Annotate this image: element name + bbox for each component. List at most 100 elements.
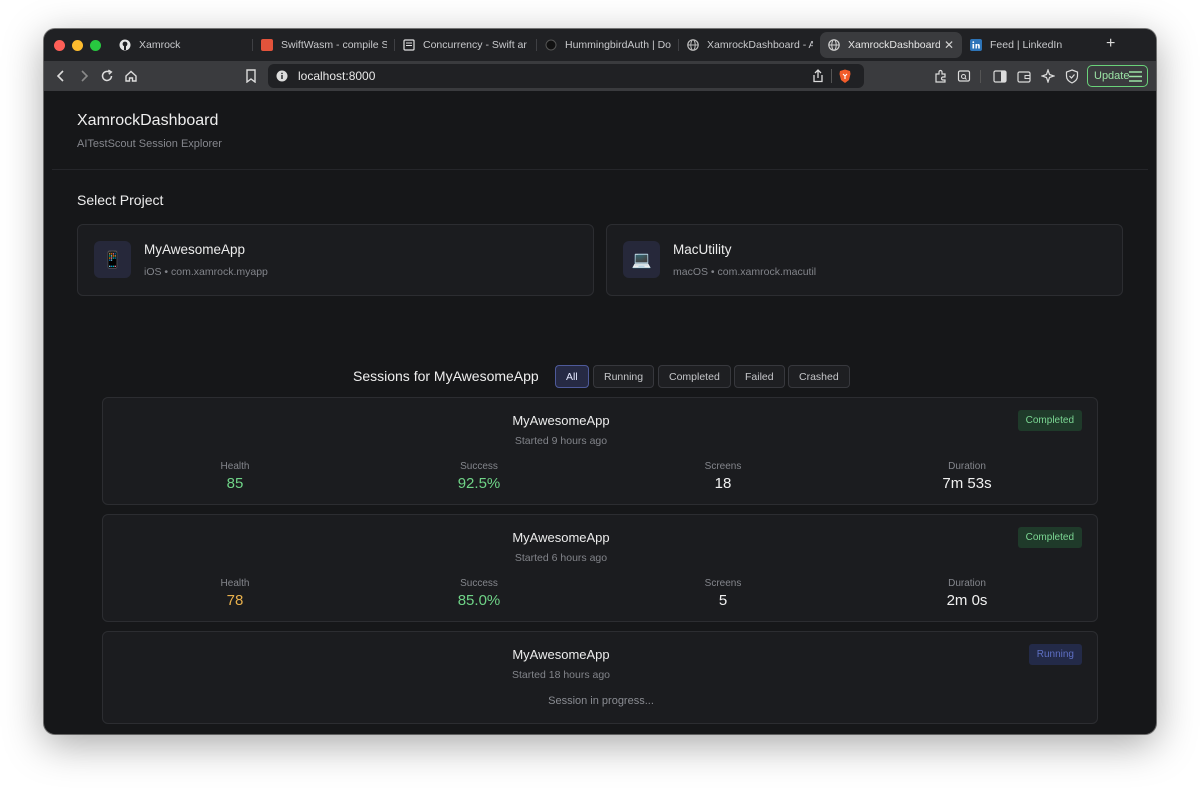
session-progress-text: Session in progress... <box>548 695 654 707</box>
linkedin-icon <box>970 39 982 51</box>
leo-ai-icon[interactable] <box>1040 68 1056 84</box>
update-button[interactable]: Update <box>1087 65 1148 87</box>
health-value: 85 <box>226 475 244 492</box>
screens-value: 5 <box>718 592 728 609</box>
site-info-icon[interactable] <box>274 68 290 84</box>
health-metric: Health 85 <box>135 461 335 492</box>
address-bar[interactable]: localhost:8000 <box>268 64 864 88</box>
tab-swiftwasm[interactable]: SwiftWasm - compile S <box>253 32 395 58</box>
tab-title: XamrockDashboard <box>848 39 940 51</box>
duration-value: 2m 0s <box>946 592 988 609</box>
wallet-icon[interactable] <box>1016 68 1032 84</box>
session-app-name: MyAwesomeApp <box>512 530 610 545</box>
vpn-shield-icon[interactable] <box>1064 68 1080 84</box>
session-card[interactable]: MyAwesomeApp Started 9 hours ago Complet… <box>102 397 1098 505</box>
globe-icon <box>687 39 699 51</box>
back-icon[interactable] <box>53 68 69 84</box>
health-value: 78 <box>226 592 244 609</box>
laptop-icon: 💻 <box>623 241 660 278</box>
tab-title: Concurrency - Swift ar <box>423 39 527 51</box>
filter-completed-button[interactable]: Completed <box>658 365 731 388</box>
tab-strip: Xamrock SwiftWasm - compile S Concurrenc… <box>44 29 1156 61</box>
tab-title: XamrockDashboard - A <box>707 39 813 51</box>
book-icon <box>403 39 415 51</box>
close-window-button[interactable] <box>54 40 65 51</box>
project-card-macutility[interactable]: 💻 MacUtility macOS • com.xamrock.macutil <box>606 224 1123 296</box>
project-name: MacUtility <box>673 242 732 257</box>
success-label: Success <box>460 461 498 472</box>
session-card[interactable]: MyAwesomeApp Started 18 hours ago Runnin… <box>102 631 1098 724</box>
tab-linkedin[interactable]: Feed | LinkedIn <box>962 32 1104 58</box>
session-card[interactable]: MyAwesomeApp Started 6 hours ago Complet… <box>102 514 1098 622</box>
tab-title: Xamrock <box>139 39 181 51</box>
project-name: MyAwesomeApp <box>144 242 246 257</box>
new-tab-button[interactable]: + <box>1106 35 1115 53</box>
select-project-heading: Select Project <box>77 192 164 208</box>
header-divider <box>52 169 1148 170</box>
session-started: Started 18 hours ago <box>511 669 611 681</box>
status-badge: Running <box>1028 644 1082 665</box>
sidebar-icon[interactable] <box>992 68 1008 84</box>
duration-label: Duration <box>948 461 986 472</box>
search-tab-icon[interactable] <box>956 68 972 84</box>
home-icon[interactable] <box>123 68 139 84</box>
maximize-window-button[interactable] <box>90 40 101 51</box>
health-label: Health <box>220 578 250 589</box>
brave-shield-icon[interactable] <box>837 68 853 84</box>
status-badge: Completed <box>1017 527 1082 548</box>
app-title: XamrockDashboard <box>77 112 219 129</box>
duration-metric: Duration 7m 53s <box>867 461 1067 492</box>
duration-label: Duration <box>948 578 986 589</box>
project-card-myawesomeapp[interactable]: 📱 MyAwesomeApp iOS • com.xamrock.myapp <box>77 224 594 296</box>
share-icon[interactable] <box>810 68 826 84</box>
tab-xamrockdashboard-active[interactable]: XamrockDashboard ✕ <box>820 32 962 58</box>
filter-running-button[interactable]: Running <box>593 365 655 388</box>
reload-icon[interactable] <box>99 68 115 84</box>
session-app-name: MyAwesomeApp <box>512 413 610 428</box>
session-started: Started 9 hours ago <box>514 435 608 447</box>
extensions-icon[interactable] <box>933 68 949 84</box>
project-meta: macOS • com.xamrock.macutil <box>673 266 817 278</box>
sessions-heading: Sessions for MyAwesomeApp <box>353 368 539 384</box>
success-label: Success <box>460 578 498 589</box>
update-label: Update <box>1094 70 1130 82</box>
close-tab-icon[interactable]: ✕ <box>944 38 954 52</box>
duration-value: 7m 53s <box>942 475 992 492</box>
success-metric: Success 92.5% <box>379 461 579 492</box>
filter-all-button[interactable]: All <box>555 365 589 388</box>
tab-hummingbirdauth[interactable]: HummingbirdAuth | Doc <box>537 32 679 58</box>
globe-icon <box>545 39 557 51</box>
github-icon <box>119 39 131 51</box>
screens-label: Screens <box>704 578 742 589</box>
browser-window: Xamrock SwiftWasm - compile S Concurrenc… <box>44 29 1156 734</box>
phone-icon: 📱 <box>94 241 131 278</box>
duration-metric: Duration 2m 0s <box>867 578 1067 609</box>
tab-title: Feed | LinkedIn <box>990 39 1063 51</box>
filter-failed-button[interactable]: Failed <box>734 365 785 388</box>
success-value: 92.5% <box>457 475 501 492</box>
page-content: XamrockDashboard AITestScout Session Exp… <box>52 91 1148 734</box>
tab-concurrency[interactable]: Concurrency - Swift ar <box>395 32 537 58</box>
project-meta: iOS • com.xamrock.myapp <box>144 266 268 278</box>
health-metric: Health 78 <box>135 578 335 609</box>
tab-title: SwiftWasm - compile S <box>281 39 387 51</box>
health-label: Health <box>220 461 250 472</box>
screens-value: 18 <box>714 475 732 492</box>
browser-toolbar: localhost:8000 Update <box>44 61 1156 91</box>
forward-icon[interactable] <box>76 68 92 84</box>
screens-label: Screens <box>704 461 742 472</box>
app-subtitle: AITestScout Session Explorer <box>77 138 222 150</box>
success-value: 85.0% <box>457 592 501 609</box>
tab-title: HummingbirdAuth | Doc <box>565 39 671 51</box>
bookmark-icon[interactable] <box>243 68 259 84</box>
session-started: Started 6 hours ago <box>514 552 608 564</box>
swiftwasm-icon <box>261 39 273 51</box>
tab-xamrock[interactable]: Xamrock <box>111 32 253 58</box>
url-text: localhost:8000 <box>298 69 376 83</box>
minimize-window-button[interactable] <box>72 40 83 51</box>
screens-metric: Screens 5 <box>623 578 823 609</box>
status-badge: Completed <box>1017 410 1082 431</box>
tab-xamrockdashboard-a[interactable]: XamrockDashboard - A <box>679 32 821 58</box>
filter-crashed-button[interactable]: Crashed <box>788 365 850 388</box>
screens-metric: Screens 18 <box>623 461 823 492</box>
